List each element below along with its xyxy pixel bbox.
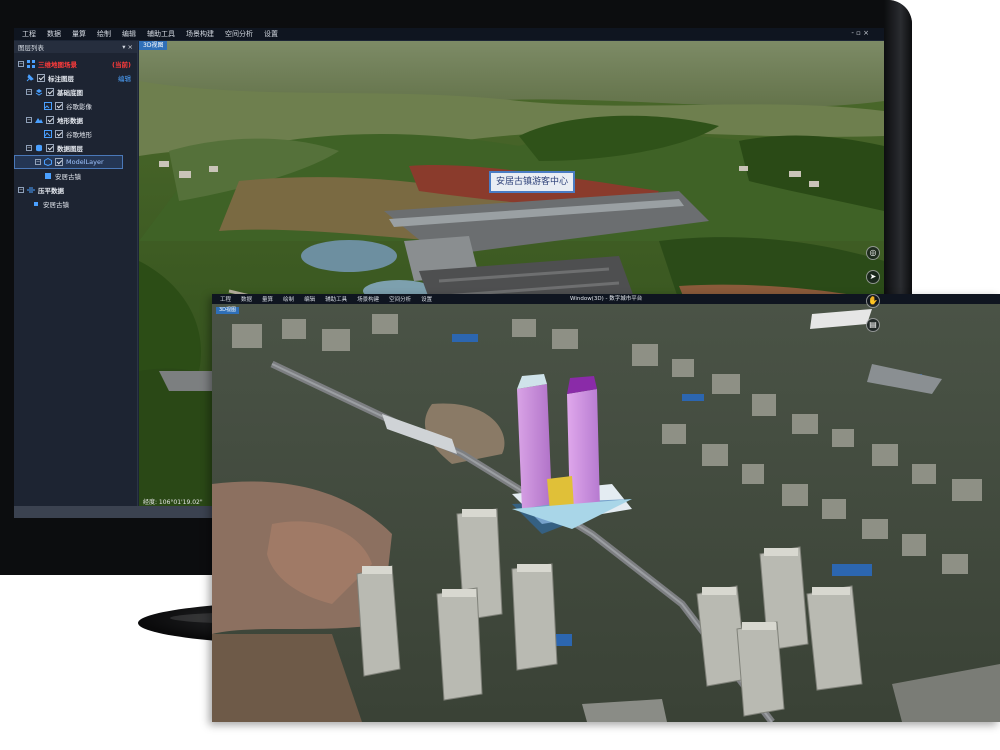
layer-checkbox[interactable] [55,130,63,138]
product-showcase: 工程 数据 量算 绘制 编辑 辅助工具 场景构建 空间分析 设置 - ▫ × 图… [0,0,1000,750]
menu-item-draw[interactable]: 绘制 [97,29,122,39]
front-menu-tools[interactable]: 辅助工具 [325,295,357,303]
flatten-data-label: 压平数据 [38,187,64,195]
terrain-layer-icon [44,130,52,138]
menu-item-scene[interactable]: 场景构建 [186,29,225,39]
layer-tree: − 三维地图场景 (当前) 标注图层 编辑 − 基础底图 谷歌影像 − 地形数据… [14,53,137,211]
scene-label: 三维地图场景 [38,61,77,69]
layer-panel-title: 图层列表 [18,44,44,52]
layer-panel-header: 图层列表 ▾ × [14,41,137,53]
menu-item-settings[interactable]: 设置 [264,29,289,39]
flatten-icon [27,187,35,193]
tree-node-data-layers[interactable]: − 数据图层 [14,141,137,155]
tree-node-flatten-item[interactable]: 安居古镇 [14,197,137,211]
city-scene-image [212,304,1000,722]
window-controls[interactable]: - ▫ × [851,29,880,37]
tree-node-scene[interactable]: − 三维地图场景 (当前) [14,57,137,71]
front-window-title: Window(3D) - 数字城市平台 [570,296,643,302]
tree-node-terrain-data[interactable]: − 地形数据 [14,113,137,127]
collapse-icon[interactable]: − [26,145,32,151]
collapse-icon[interactable]: − [18,187,24,193]
scene-icon [27,60,35,68]
terrain-icon [35,118,43,123]
terrain-data-label: 地形数据 [57,117,83,125]
google-imagery-label: 谷歌影像 [66,103,92,111]
flatten-item-label: 安居古镇 [43,201,69,209]
coordinate-readout: 经度: 106°01'19.02" [143,499,203,506]
database-icon [36,144,42,152]
city-3d-view[interactable]: 3D视图 [212,304,1000,722]
menu-item-project[interactable]: 工程 [22,29,47,39]
current-tag: (当前) [112,61,131,69]
visitor-center-sign: 安居古镇游客中心 [489,171,575,193]
front-menu-project[interactable]: 工程 [220,295,241,303]
menu-item-tools[interactable]: 辅助工具 [147,29,186,39]
compass-icon[interactable]: ➤ [866,270,880,284]
layer-checkbox[interactable] [46,88,54,96]
google-terrain-label: 谷歌地形 [66,131,92,139]
front-menu-measure[interactable]: 量算 [262,295,283,303]
model-item-label: 安居古镇 [55,173,81,181]
tree-node-model-layer[interactable]: − ModelLayer [14,155,123,169]
model-item-icon [45,173,51,179]
menu-item-data[interactable]: 数据 [47,29,72,39]
tree-node-model-item[interactable]: 安居古镇 [14,169,137,183]
tree-node-google-imagery[interactable]: 谷歌影像 [14,99,137,113]
front-menu-edit[interactable]: 编辑 [304,295,325,303]
layer-checkbox[interactable] [37,74,45,82]
collapse-icon[interactable]: − [26,117,32,123]
tree-node-google-terrain[interactable]: 谷歌地形 [14,127,137,141]
layer-checkbox[interactable] [55,158,63,166]
front-view-tab-3d[interactable]: 3D视图 [216,307,240,314]
tree-node-annotation-layer[interactable]: 标注图层 编辑 [14,71,137,85]
layers-icon[interactable]: ▤ [866,318,880,332]
tree-node-base-map[interactable]: − 基础底图 [14,85,137,99]
panel-controls[interactable]: ▾ × [122,43,133,51]
front-menu-data[interactable]: 数据 [241,295,262,303]
collapse-icon[interactable]: − [26,89,32,95]
model-layer-label: ModelLayer [66,158,104,166]
data-layers-label: 数据图层 [57,145,83,153]
menu-item-edit[interactable]: 编辑 [122,29,147,39]
menu-item-measure[interactable]: 量算 [72,29,97,39]
front-menu-analysis[interactable]: 空间分析 [389,295,421,303]
front-menu-scene[interactable]: 场景构建 [357,295,389,303]
hand-icon[interactable]: ✋ [866,294,880,308]
front-menu-draw[interactable]: 绘制 [283,295,304,303]
view-tab-3d[interactable]: 3D视图 [139,41,168,50]
model-icon [44,158,52,166]
layer-checkbox[interactable] [46,144,54,152]
annotation-layer-label: 标注图层 [48,75,74,83]
collapse-icon[interactable]: − [18,61,24,67]
globe-icon[interactable]: ◎ [866,246,880,260]
base-map-label: 基础底图 [57,89,83,97]
layer-checkbox[interactable] [46,116,54,124]
layer-checkbox[interactable] [55,102,63,110]
layers-icon [35,89,43,96]
image-layer-icon [44,102,52,110]
tree-node-flatten-data[interactable]: − 压平数据 [14,183,137,197]
front-menu-settings[interactable]: 设置 [421,295,442,303]
layer-panel: 图层列表 ▾ × − 三维地图场景 (当前) 标注图层 编辑 − 基础底图 谷歌… [14,41,138,508]
map-toolbar: ◎ ➤ ✋ ▤ [866,246,880,332]
edit-link[interactable]: 编辑 [118,73,131,83]
pin-icon [26,74,34,82]
collapse-icon[interactable]: − [35,159,41,165]
menu-item-analysis[interactable]: 空间分析 [225,29,264,39]
monitor-menubar: 工程 数据 量算 绘制 编辑 辅助工具 场景构建 空间分析 设置 - ▫ × [14,28,884,40]
flatten-item-icon [34,202,38,206]
front-app-window: 工程 数据 量算 绘制 编辑 辅助工具 场景构建 空间分析 设置 Window(… [212,294,1000,722]
